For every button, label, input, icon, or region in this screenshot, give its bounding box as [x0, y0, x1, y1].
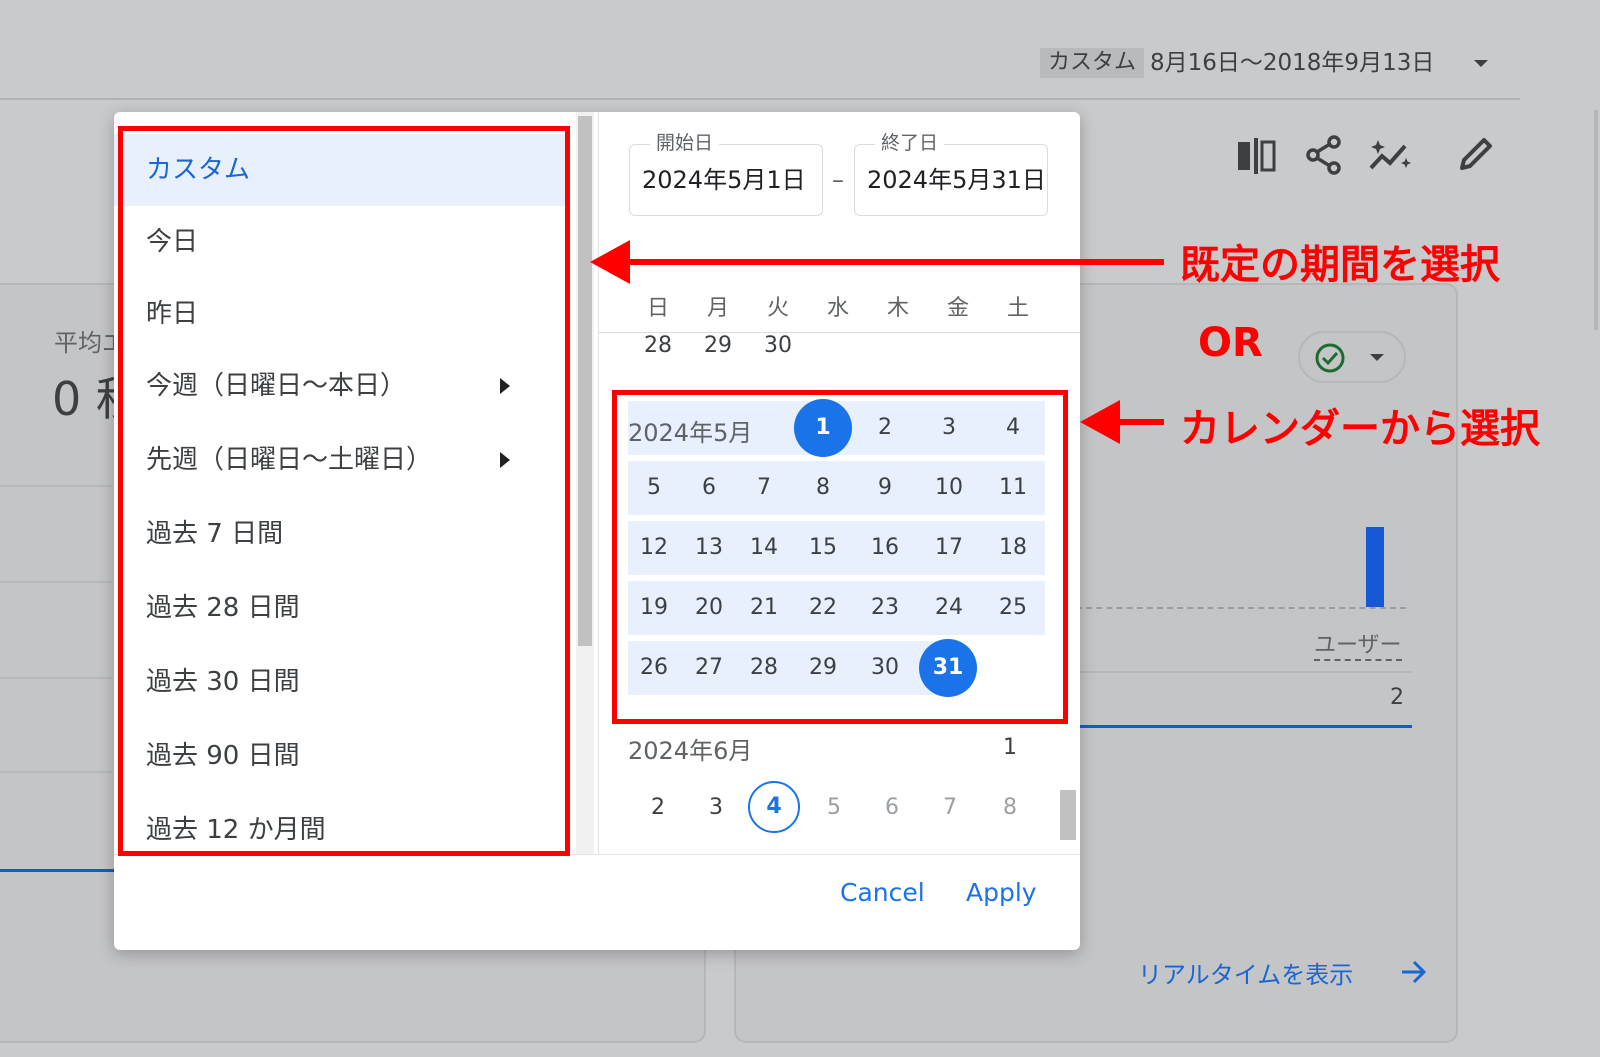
row-divider — [0, 677, 112, 679]
end-date-input[interactable]: 2024年5月31日 — [867, 163, 1043, 197]
chart-baseline — [1076, 607, 1406, 609]
cancel-button[interactable]: Cancel — [840, 876, 925, 910]
today-day[interactable]: 4 — [748, 781, 800, 833]
row-divider — [0, 771, 112, 773]
insights-icon[interactable] — [1368, 136, 1414, 176]
chevron-down-icon[interactable] — [1474, 60, 1488, 67]
month-label-june: 2024年6月 — [628, 737, 753, 765]
start-date-input[interactable]: 2024年5月1日 — [642, 163, 818, 197]
calendar-day[interactable]: 29 — [688, 333, 748, 358]
weekday-sat: 土 — [1006, 296, 1029, 321]
annotation-arrow-line — [1116, 419, 1164, 425]
calendar-day[interactable]: 6 — [862, 795, 922, 820]
calendar-day[interactable]: 5 — [804, 795, 864, 820]
start-date-label: 開始日 — [650, 132, 720, 154]
calendar-scrollbar-thumb[interactable] — [1060, 790, 1076, 840]
end-date-field[interactable]: 終了日 2024年5月31日 — [854, 132, 1048, 216]
date-range-text[interactable]: 8月16日～2018年9月13日 — [1150, 48, 1434, 78]
arrow-left-icon — [590, 240, 630, 284]
annotation-or: OR — [1198, 320, 1263, 366]
users-value: 2 — [1390, 685, 1404, 710]
calendar-day[interactable]: 3 — [686, 795, 746, 820]
row-divider — [1076, 671, 1412, 673]
calendar-highlight-box — [612, 390, 1068, 724]
weekday-fri: 金 — [946, 296, 969, 321]
arrow-right-icon[interactable] — [1400, 959, 1428, 985]
axis-label-users: ユーザー — [1314, 627, 1402, 661]
weekday-thu: 木 — [886, 296, 909, 321]
chart-line — [1076, 725, 1412, 728]
date-separator: – — [832, 166, 844, 194]
apply-button[interactable]: Apply — [966, 876, 1037, 910]
preset-highlight-box — [118, 126, 570, 856]
arrow-left-icon — [1080, 400, 1120, 444]
annotation-calendar-note: カレンダーから選択 — [1180, 406, 1540, 452]
compare-icon[interactable] — [1236, 136, 1276, 176]
date-range-type-label: カスタム — [1040, 48, 1145, 78]
weekday-mon: 月 — [706, 296, 729, 321]
calendar-day[interactable]: 2 — [628, 795, 688, 820]
start-date-field[interactable]: 開始日 2024年5月1日 — [629, 132, 823, 216]
weekday-wed: 水 — [826, 296, 849, 321]
chart-line — [0, 869, 122, 872]
calendar-day[interactable]: 28 — [628, 333, 688, 358]
weekday-sun: 日 — [646, 296, 669, 321]
annotation-preset-note: 既定の期間を選択 — [1180, 242, 1500, 288]
end-date-label: 終了日 — [875, 132, 945, 154]
row-divider — [0, 485, 112, 487]
chart-bar — [1366, 527, 1384, 607]
annotation-arrow-line — [626, 259, 1164, 265]
weekday-tue: 火 — [766, 296, 789, 321]
check-circle-icon — [1315, 343, 1345, 373]
row-divider — [0, 581, 112, 583]
preset-scrollbar-thumb[interactable] — [578, 116, 592, 646]
calendar-day[interactable]: 7 — [920, 795, 980, 820]
calendar-day[interactable]: 1 — [980, 735, 1040, 760]
page-scrollbar[interactable] — [1594, 110, 1598, 330]
share-icon[interactable] — [1304, 134, 1344, 176]
chevron-down-icon — [1370, 354, 1384, 361]
realtime-link[interactable]: リアルタイムを表示 — [1138, 955, 1353, 990]
header-divider — [0, 98, 1520, 100]
calendar-day[interactable]: 30 — [748, 333, 808, 358]
edit-icon[interactable] — [1456, 134, 1496, 174]
status-chip[interactable] — [1298, 331, 1406, 383]
calendar-day[interactable]: 8 — [980, 795, 1040, 820]
